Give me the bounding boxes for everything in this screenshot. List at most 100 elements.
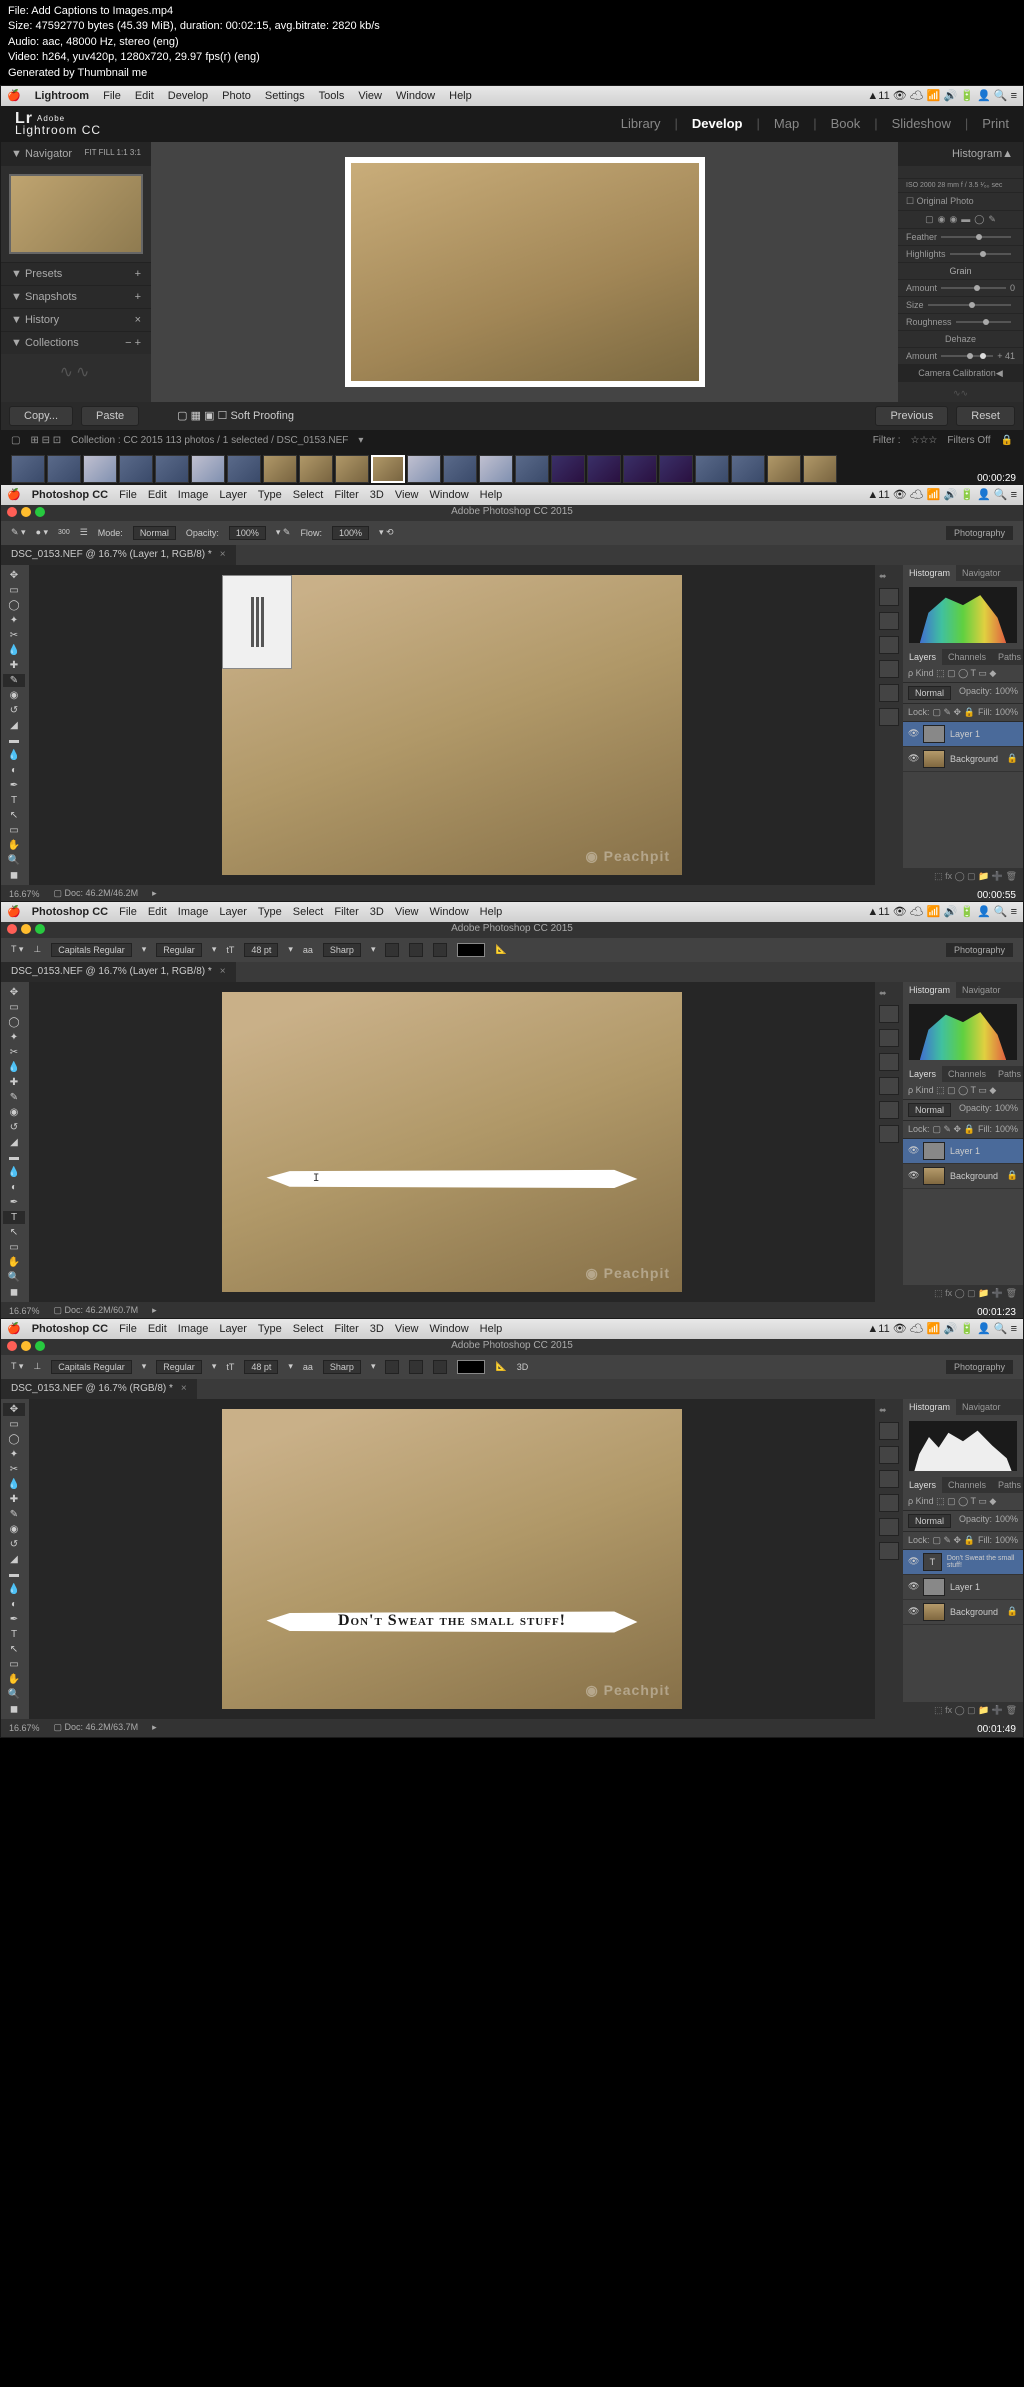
move-tool[interactable]: ✥ (3, 1403, 25, 1416)
layer-1[interactable]: 👁Layer 1 (903, 1139, 1023, 1164)
tab-print[interactable]: Print (982, 116, 1009, 131)
wand-tool[interactable]: ✦ (3, 614, 25, 627)
canvas[interactable]: Peachpit (29, 565, 875, 885)
layer-text[interactable]: 👁TDon't Sweat the small stuff! (903, 1550, 1023, 1575)
marquee-tool[interactable]: ▭ (3, 584, 25, 597)
menu-help[interactable]: Help (449, 90, 472, 102)
brush-tool[interactable]: ✎ (3, 674, 25, 687)
menu-view[interactable]: View (395, 489, 419, 501)
menu-type[interactable]: Type (258, 489, 282, 501)
crop-icon[interactable]: ▢ (925, 214, 934, 225)
opacity-field[interactable]: 100% (229, 526, 266, 540)
menu-tools[interactable]: Tools (319, 90, 345, 102)
menu-3d[interactable]: 3D (370, 489, 384, 501)
menu-photo[interactable]: Photo (222, 90, 251, 102)
lasso-tool[interactable]: ◯ (3, 599, 25, 612)
dock-icon[interactable] (879, 684, 899, 702)
redeye-icon[interactable]: ◉ (949, 214, 957, 225)
menu-ps[interactable]: Photoshop CC (32, 489, 108, 501)
dock-icon[interactable] (879, 588, 899, 606)
tab-book[interactable]: Book (831, 116, 861, 131)
layer-1[interactable]: 👁Layer 1 (903, 1575, 1023, 1600)
layer-bg[interactable]: 👁Background🔒 (903, 1600, 1023, 1625)
dodge-tool[interactable]: ◐ (3, 764, 25, 777)
align-right-icon[interactable] (433, 943, 447, 957)
menu-develop[interactable]: Develop (168, 90, 208, 102)
size-field[interactable]: 48 pt (244, 943, 278, 957)
menu-file[interactable]: File (119, 489, 137, 501)
shape-tool[interactable]: ▭ (3, 824, 25, 837)
layer-1[interactable]: 👁Layer 1 (903, 722, 1023, 747)
type-tool[interactable]: T (3, 1211, 25, 1224)
gradient-tool[interactable]: ▬ (3, 734, 25, 747)
pen-tool[interactable]: ✒ (3, 779, 25, 792)
apple-icon[interactable]: 🍎 (7, 89, 21, 102)
fg-bg-colors[interactable]: ◼ (3, 869, 25, 882)
layer-bg[interactable]: 👁Background🔒 (903, 747, 1023, 772)
reference-panel[interactable] (222, 575, 292, 669)
previous-button[interactable]: Previous (875, 406, 948, 426)
max-icon[interactable] (35, 507, 45, 517)
hand-tool[interactable]: ✋ (3, 839, 25, 852)
menu-filter[interactable]: Filter (334, 489, 358, 501)
eyedropper-tool[interactable]: 💧 (3, 644, 25, 657)
path-tool[interactable]: ↖ (3, 809, 25, 822)
layer-bg[interactable]: 👁Background🔒 (903, 1164, 1023, 1189)
flow-field[interactable]: 100% (332, 526, 369, 540)
dock-icon[interactable] (879, 636, 899, 654)
tab-map[interactable]: Map (774, 116, 799, 131)
font-field[interactable]: Capitals Regular (51, 943, 132, 957)
spot-icon[interactable]: ◉ (938, 214, 946, 225)
paste-button[interactable]: Paste (81, 406, 139, 426)
panel-snapshots[interactable]: ▼ Snapshots+ (1, 285, 151, 308)
warp-icon[interactable]: 📐 (495, 944, 506, 955)
eraser-tool[interactable]: ◢ (3, 719, 25, 732)
close-icon[interactable] (7, 507, 17, 517)
menu-settings[interactable]: Settings (265, 90, 305, 102)
min-icon[interactable] (21, 507, 31, 517)
dock-icon[interactable] (879, 660, 899, 678)
panel-presets[interactable]: ▼ Presets+ (1, 262, 151, 285)
radial-icon[interactable]: ◯ (974, 214, 984, 225)
menu-select[interactable]: Select (293, 489, 324, 501)
lr-canvas[interactable] (151, 142, 898, 402)
type-icon[interactable]: T ▾ (11, 944, 23, 955)
document-tab[interactable]: DSC_0153.NEF @ 16.7% (Layer 1, RGB/8) *× (1, 962, 236, 982)
grad-icon[interactable]: ▬ (961, 214, 970, 224)
menu-help[interactable]: Help (480, 489, 503, 501)
align-center-icon[interactable] (409, 943, 423, 957)
menu-edit[interactable]: Edit (135, 90, 154, 102)
zoom-tool[interactable]: 🔍 (3, 854, 25, 867)
history-brush-tool[interactable]: ↺ (3, 704, 25, 717)
move-tool[interactable]: ✥ (3, 569, 25, 582)
blur-tool[interactable]: 💧 (3, 749, 25, 762)
crop-tool[interactable]: ✂ (3, 629, 25, 642)
tab-library[interactable]: Library (621, 116, 661, 131)
tab-slideshow[interactable]: Slideshow (892, 116, 951, 131)
brush-icon[interactable]: ✎ (988, 214, 996, 225)
panel-history[interactable]: ▼ History× (1, 308, 151, 331)
color-swatch[interactable] (457, 943, 485, 957)
menu-image[interactable]: Image (178, 489, 209, 501)
menu-edit[interactable]: Edit (148, 489, 167, 501)
aa-field[interactable]: Sharp (323, 943, 361, 957)
copy-button[interactable]: Copy... (9, 406, 73, 426)
menu-layer[interactable]: Layer (219, 489, 247, 501)
menu-window[interactable]: Window (430, 489, 469, 501)
menu-view[interactable]: View (358, 90, 382, 102)
type-tool[interactable]: T (3, 794, 25, 807)
tab-develop[interactable]: Develop (692, 116, 743, 131)
apple-icon[interactable]: 🍎 (7, 488, 21, 501)
document-tab[interactable]: DSC_0153.NEF @ 16.7% (Layer 1, RGB/8) *× (1, 545, 236, 565)
menu-lightroom[interactable]: Lightroom (35, 90, 89, 102)
heal-tool[interactable]: ✚ (3, 659, 25, 672)
stamp-tool[interactable]: ◉ (3, 689, 25, 702)
menu-file[interactable]: File (103, 90, 121, 102)
reset-button[interactable]: Reset (956, 406, 1015, 426)
style-field[interactable]: Regular (156, 943, 202, 957)
menu-window[interactable]: Window (396, 90, 435, 102)
navigator-thumb[interactable] (9, 174, 143, 254)
dock-icon[interactable] (879, 708, 899, 726)
panel-collections[interactable]: ▼ Collections− + (1, 331, 151, 354)
blend-mode[interactable]: Normal (133, 526, 176, 540)
